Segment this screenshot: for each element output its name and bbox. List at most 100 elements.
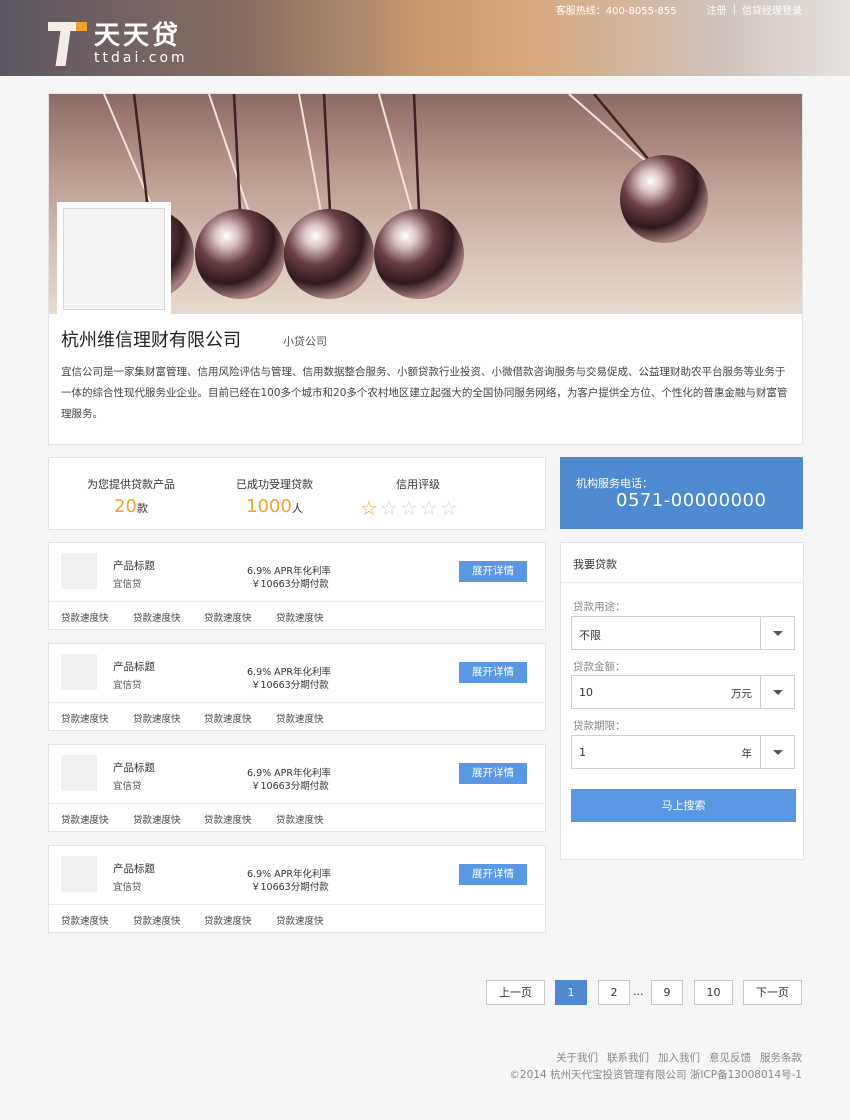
footer-link-terms[interactable]: 服务条款	[760, 1050, 802, 1065]
product-tags: 贷款速度快 贷款速度快 贷款速度快 贷款速度快	[49, 702, 545, 730]
stat-loans-unit: 人	[291, 502, 303, 515]
page-button-9[interactable]: 9	[651, 980, 683, 1005]
product-card: 产品标题 宜信贷 6.9% APR年化利率 ￥10663分期付款 展开详情 贷款…	[48, 542, 546, 630]
stat-products-label: 为您提供贷款产品	[87, 478, 175, 491]
product-tags: 贷款速度快 贷款速度快 贷款速度快 贷款速度快	[49, 803, 545, 831]
product-tag: 贷款速度快	[133, 714, 181, 725]
prev-page-button[interactable]: 上一页	[486, 980, 545, 1005]
stat-products: 为您提供贷款产品 20款	[87, 476, 175, 517]
product-tag: 贷款速度快	[276, 916, 324, 927]
footer-link-feedback[interactable]: 意见反馈	[709, 1050, 751, 1065]
chevron-down-icon[interactable]	[760, 736, 794, 768]
star-icon: ☆	[360, 496, 378, 520]
product-thumbnail	[61, 553, 97, 589]
next-page-button[interactable]: 下一页	[743, 980, 802, 1005]
product-tag: 贷款速度快	[276, 815, 324, 826]
expand-details-button[interactable]: 展开详情	[459, 864, 527, 885]
company-stats: 为您提供贷款产品 20款 已成功受理贷款 1000人 信用评级 ☆ ☆ ☆ ☆ ☆	[48, 457, 546, 530]
product-provider: 宜信贷	[113, 680, 142, 691]
product-title: 产品标题	[113, 762, 155, 774]
footer-link-join[interactable]: 加入我们	[658, 1050, 700, 1065]
page-button-2[interactable]: 2	[598, 980, 630, 1005]
product-installment: ￥10663分期付款	[251, 781, 329, 792]
company-description: 宜信公司是一家集财富管理、信用风险评估与管理、信用数据整合服务、小额贷款行业投资…	[61, 366, 788, 420]
product-thumbnail	[61, 654, 97, 690]
hotline-text: 客服热线：400-8055-855	[555, 6, 677, 17]
stat-products-unit: 款	[136, 502, 148, 515]
service-phone-number: 0571-00000000	[616, 490, 767, 511]
product-tag: 贷款速度快	[276, 714, 324, 725]
loan-term-unit: 年	[741, 748, 753, 760]
stat-rating-label: 信用评级	[396, 478, 440, 491]
product-tag: 贷款速度快	[61, 916, 109, 927]
product-installment: ￥10663分期付款	[251, 579, 329, 590]
product-installment: ￥10663分期付款	[251, 680, 329, 691]
top-link-separator: |	[732, 4, 736, 15]
company-profile-card: 杭州维信理财有限公司 小贷公司 宜信公司是一家集财富管理、信用风险评估与管理、信…	[48, 93, 803, 445]
expand-details-button[interactable]: 展开详情	[459, 763, 527, 784]
loan-amount-value: 10	[579, 686, 593, 699]
footer-link-contact[interactable]: 联系我们	[607, 1050, 649, 1065]
site-logo[interactable]: 天天贷 ttdai.com	[48, 22, 188, 66]
service-phone-card: 机构服务电话： 0571-00000000	[560, 457, 803, 529]
register-link[interactable]: 注册	[707, 2, 727, 17]
product-installment: ￥10663分期付款	[251, 882, 329, 893]
product-thumbnail	[61, 856, 97, 892]
product-apr: 6.9% APR年化利率	[247, 566, 331, 577]
chevron-down-icon[interactable]	[760, 617, 794, 649]
product-card: 产品标题 宜信贷 6.9% APR年化利率 ￥10663分期付款 展开详情 贷款…	[48, 845, 546, 933]
company-avatar	[57, 202, 171, 316]
page-button-10[interactable]: 10	[694, 980, 733, 1005]
loan-amount-label: 贷款金额：	[573, 661, 626, 673]
company-name: 杭州维信理财有限公司	[61, 330, 241, 351]
loan-term-value: 1	[579, 746, 586, 759]
product-tags: 贷款速度快 贷款速度快 贷款速度快 贷款速度快	[49, 601, 545, 629]
product-provider: 宜信贷	[113, 882, 142, 893]
search-now-button[interactable]: 马上搜索	[571, 789, 796, 822]
product-title: 产品标题	[113, 661, 155, 673]
product-tag: 贷款速度快	[61, 815, 109, 826]
expand-details-button[interactable]: 展开详情	[459, 662, 527, 683]
product-tag: 贷款速度快	[133, 613, 181, 624]
top-links: 客服热线：400-8055-855 注册 | 信贷经理登录	[556, 2, 802, 17]
loan-search-panel: 我要贷款 贷款用途： 不限 贷款金额： 10 万元 贷款期限： 1 年 马上搜索	[560, 542, 804, 860]
product-tag: 贷款速度快	[204, 714, 252, 725]
loan-panel-title: 我要贷款	[561, 543, 803, 583]
product-card: 产品标题 宜信贷 6.9% APR年化利率 ￥10663分期付款 展开详情 贷款…	[48, 643, 546, 731]
chevron-down-icon[interactable]	[760, 676, 794, 708]
company-type-badge: 小贷公司	[283, 335, 327, 348]
star-icon: ☆	[439, 496, 458, 520]
stat-loans-label: 已成功受理贷款	[236, 478, 313, 491]
stat-loans-value: 1000	[246, 496, 292, 517]
product-tag: 贷款速度快	[204, 916, 252, 927]
logo-en-text: ttdai.com	[94, 50, 188, 66]
product-tag: 贷款速度快	[133, 815, 181, 826]
product-tag: 贷款速度快	[61, 613, 109, 624]
manager-login-link[interactable]: 信贷经理登录	[742, 2, 802, 17]
product-tags: 贷款速度快 贷款速度快 贷款速度快 贷款速度快	[49, 904, 545, 932]
star-icon: ☆	[419, 496, 438, 520]
footer-links: 关于我们 联系我们 加入我们 意见反馈 服务条款	[556, 1050, 802, 1065]
product-provider: 宜信贷	[113, 579, 142, 590]
product-thumbnail	[61, 755, 97, 791]
page-button-1[interactable]: 1	[555, 980, 587, 1005]
product-tag: 贷款速度快	[204, 815, 252, 826]
product-apr: 6.9% APR年化利率	[247, 869, 331, 880]
stat-rating: 信用评级 ☆ ☆ ☆ ☆ ☆	[360, 476, 458, 518]
expand-details-button[interactable]: 展开详情	[459, 561, 527, 582]
star-icon: ☆	[399, 496, 418, 520]
loan-purpose-value: 不限	[579, 629, 601, 642]
rating-stars: ☆ ☆ ☆ ☆ ☆	[360, 498, 458, 518]
product-tag: 贷款速度快	[133, 916, 181, 927]
loan-purpose-select[interactable]: 不限	[571, 616, 795, 650]
product-tag: 贷款速度快	[204, 613, 252, 624]
logo-mark-icon	[48, 22, 88, 66]
pagination-ellipsis: ...	[633, 985, 644, 998]
loan-amount-select[interactable]: 10 万元	[571, 675, 795, 709]
service-phone-label: 机构服务电话：	[576, 477, 653, 490]
stat-loans: 已成功受理贷款 1000人	[236, 476, 313, 517]
loan-term-select[interactable]: 1 年	[571, 735, 795, 769]
star-icon: ☆	[379, 496, 398, 520]
footer-link-about[interactable]: 关于我们	[556, 1050, 598, 1065]
loan-amount-unit: 万元	[731, 688, 752, 700]
